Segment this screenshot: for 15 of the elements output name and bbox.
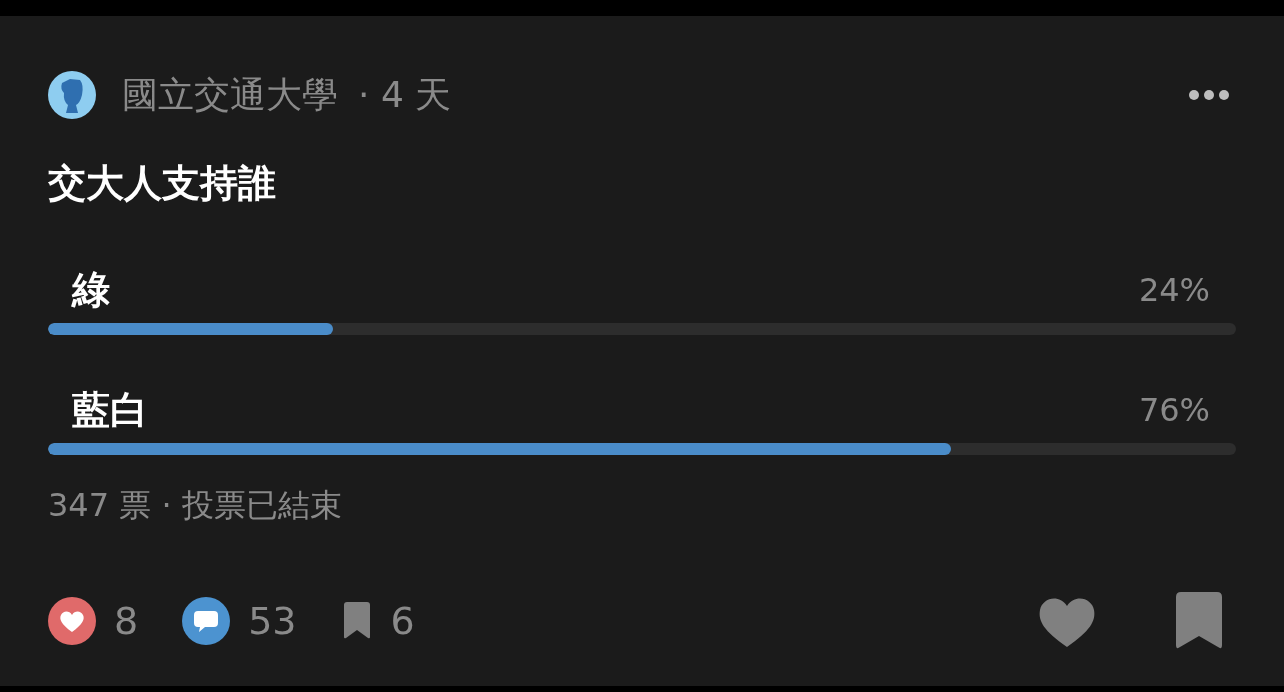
post-age: · 4 天 <box>358 72 452 117</box>
author-name[interactable]: 國立交通大學 <box>122 70 338 120</box>
poll-question: 交大人支持誰 <box>48 163 277 203</box>
option-percent: 24% <box>1138 270 1210 310</box>
poll-summary: 347 票 · 投票已結束 <box>48 487 343 523</box>
reaction-count: 6 <box>390 599 415 643</box>
speech-bubble-icon[interactable] <box>182 597 231 645</box>
option-percent: 76% <box>1138 390 1210 430</box>
option-label: 綠 <box>72 270 110 310</box>
more-icon[interactable] <box>1188 89 1230 101</box>
avatar-icon[interactable] <box>48 71 96 119</box>
bookmark-icon[interactable] <box>1174 591 1224 651</box>
option-label: 藍白 <box>72 390 148 430</box>
reaction-count: 8 <box>114 599 139 643</box>
reaction-count: 53 <box>248 599 297 643</box>
